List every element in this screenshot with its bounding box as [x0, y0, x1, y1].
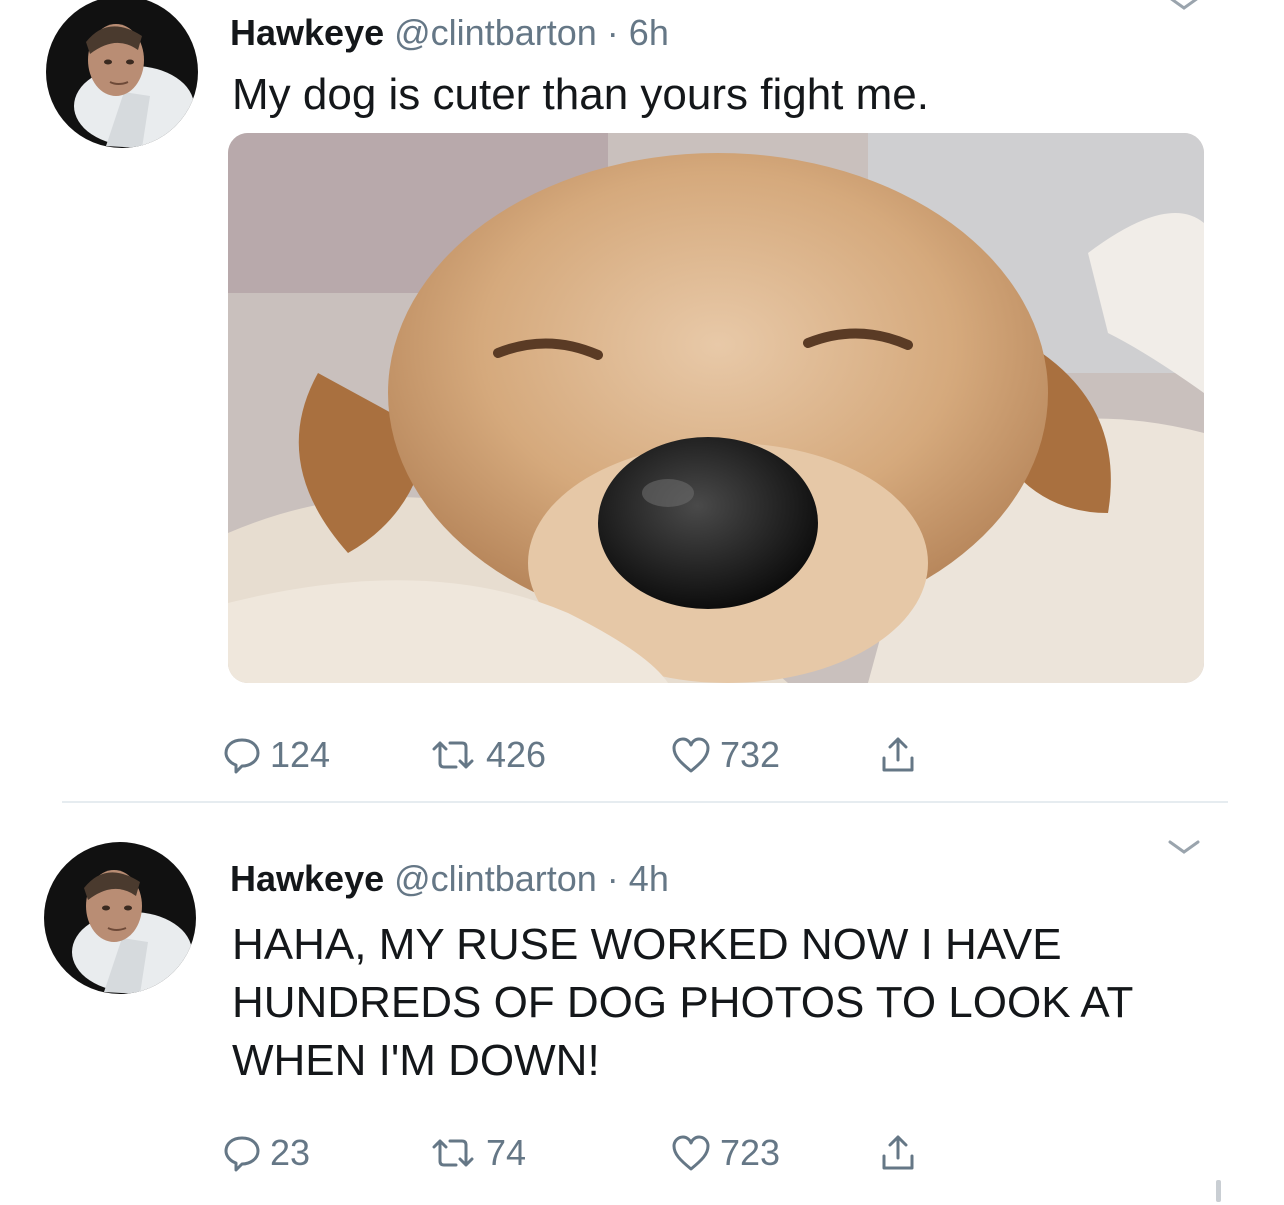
share-icon	[882, 1135, 914, 1170]
like-button[interactable]: 732	[670, 730, 780, 780]
tweet-divider	[62, 801, 1228, 803]
author-handle[interactable]: @clintbarton	[394, 12, 597, 53]
tweet-header: Hawkeye @clintbarton · 4h	[230, 858, 669, 900]
tweet[interactable]: Hawkeye @clintbarton · 6h My dog is cute…	[0, 0, 1284, 800]
dog-photo	[228, 133, 1204, 683]
heart-icon	[672, 1135, 710, 1171]
avatar-photo	[46, 0, 198, 148]
separator: ·	[606, 858, 619, 899]
retweet-icon	[432, 741, 474, 769]
reply-icon	[224, 738, 260, 774]
reply-button[interactable]: 124	[222, 730, 330, 780]
author-name[interactable]: Hawkeye	[230, 858, 384, 899]
reply-count: 23	[270, 1132, 311, 1173]
avatar[interactable]	[46, 0, 198, 148]
retweet-icon	[432, 1139, 474, 1167]
author-name[interactable]: Hawkeye	[230, 12, 384, 53]
share-button[interactable]	[878, 730, 918, 780]
like-count: 732	[720, 734, 781, 775]
retweet-count: 426	[486, 734, 547, 775]
heart-icon	[672, 737, 710, 773]
author-handle[interactable]: @clintbarton	[394, 858, 597, 899]
retweet-button[interactable]: 74	[428, 1128, 526, 1178]
like-button[interactable]: 723	[670, 1128, 780, 1178]
share-icon	[882, 737, 914, 772]
reply-count: 124	[270, 734, 331, 775]
avatar-photo	[44, 842, 196, 994]
chevron-down-icon[interactable]	[1166, 838, 1202, 858]
avatar[interactable]	[44, 842, 196, 994]
tweet-header: Hawkeye @clintbarton · 6h	[230, 12, 669, 54]
tweet-text: HAHA, MY RUSE WORKED NOW I HAVE HUNDREDS…	[232, 920, 1133, 1085]
like-count: 723	[720, 1132, 781, 1173]
retweet-count: 74	[486, 1132, 527, 1173]
share-button[interactable]	[878, 1128, 918, 1178]
tweet-media[interactable]	[228, 133, 1204, 683]
timestamp[interactable]: 6h	[629, 12, 669, 53]
tweet-text: My dog is cuter than yours fight me.	[232, 70, 929, 119]
tweet[interactable]: Hawkeye @clintbarton · 4h HAHA, MY RUSE …	[0, 806, 1284, 1205]
tweet-actions: 124 426 732	[222, 730, 982, 780]
timestamp[interactable]: 4h	[629, 858, 669, 899]
retweet-button[interactable]: 426	[428, 730, 546, 780]
separator: ·	[606, 12, 619, 53]
scrollbar[interactable]	[1216, 1180, 1221, 1202]
chevron-down-icon[interactable]	[1166, 0, 1202, 14]
tweet-actions: 23 74 723	[222, 1128, 982, 1178]
reply-button[interactable]: 23	[222, 1128, 310, 1178]
reply-icon	[224, 1136, 260, 1172]
